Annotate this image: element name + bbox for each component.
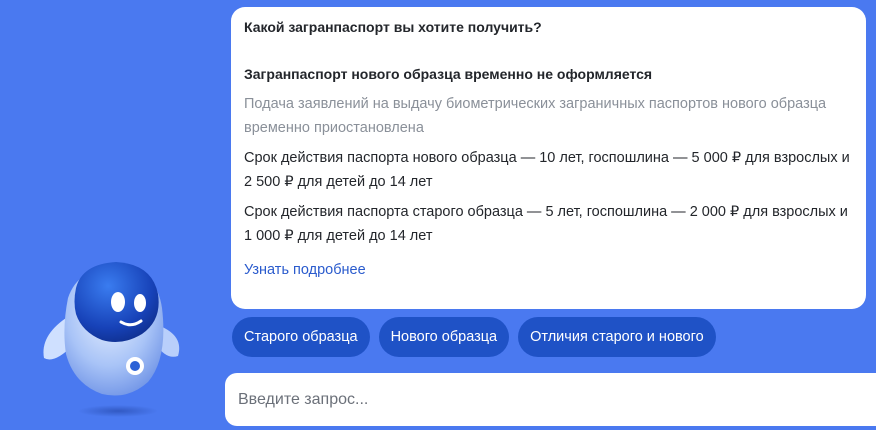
assistant-message-card: Какой загранпаспорт вы хотите получить? … bbox=[231, 7, 866, 309]
quick-reply-differences[interactable]: Отличия старого и нового bbox=[518, 317, 716, 357]
quick-replies: Старого образца Нового образца Отличия с… bbox=[232, 317, 716, 357]
new-passport-info: Срок действия паспорта нового образца — … bbox=[244, 150, 850, 190]
quick-reply-old-passport[interactable]: Старого образца bbox=[232, 317, 370, 357]
robot-assistant-icon bbox=[38, 258, 188, 423]
quick-reply-new-passport[interactable]: Нового образца bbox=[378, 317, 510, 357]
learn-more-link[interactable]: Узнать подробнее bbox=[244, 260, 366, 280]
question-title: Какой загранпаспорт вы хотите получить? bbox=[244, 19, 542, 35]
notice-text: Подача заявлений на выдачу биометрически… bbox=[244, 96, 827, 136]
query-input-container bbox=[225, 373, 876, 426]
query-input[interactable] bbox=[238, 390, 863, 409]
old-passport-info: Срок действия паспорта старого образца —… bbox=[244, 204, 848, 244]
notice-title: Загранпаспорт нового образца временно не… bbox=[244, 66, 653, 82]
